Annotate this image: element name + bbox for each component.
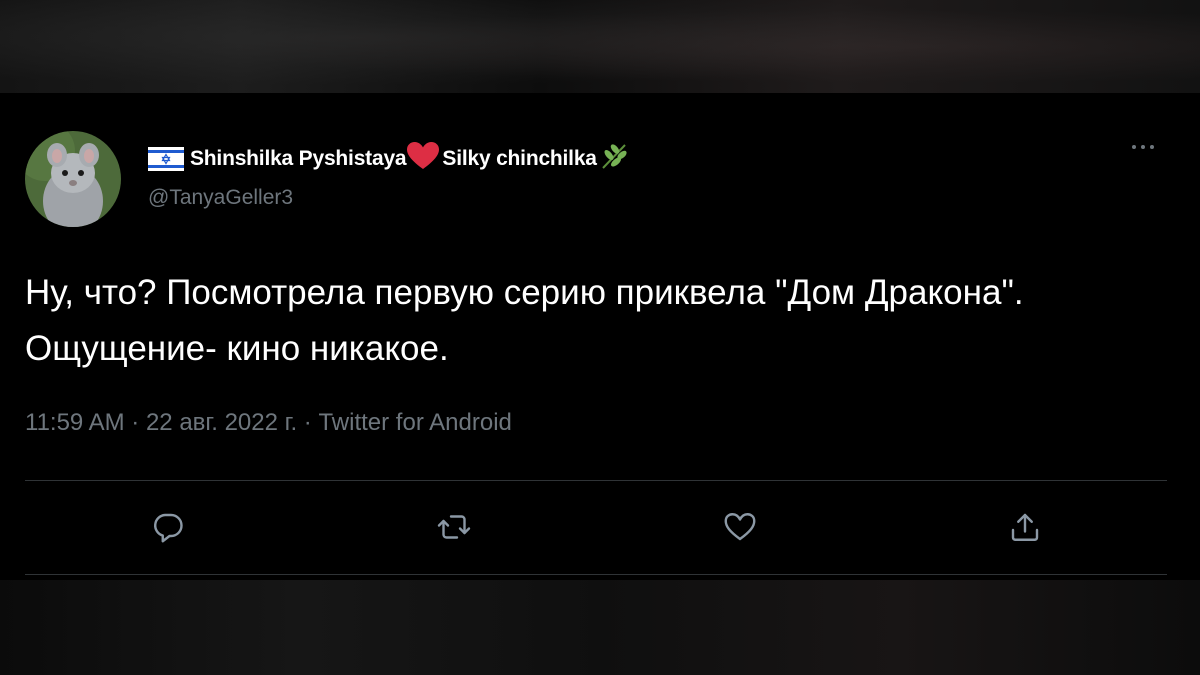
- more-icon[interactable]: [1132, 145, 1154, 149]
- blurred-background-top: [0, 0, 1200, 93]
- reply-icon[interactable]: [148, 507, 188, 547]
- tweet-meta: 11:59 AM · 22 авг. 2022 г. · Twitter for…: [25, 409, 512, 437]
- meta-separator: ·: [297, 409, 319, 436]
- action-bar: [0, 497, 1200, 557]
- meta-separator: ·: [124, 409, 146, 436]
- share-icon[interactable]: [1005, 507, 1045, 547]
- herb-emoji-icon: [599, 141, 629, 177]
- display-name-row[interactable]: Shinshilka Pyshistaya Silky chinchilka: [148, 141, 629, 177]
- red-heart-emoji-icon: [406, 141, 440, 177]
- divider-bottom: [25, 574, 1167, 575]
- avatar[interactable]: [25, 131, 121, 227]
- display-name: Shinshilka Pyshistaya: [190, 147, 407, 170]
- israel-flag-icon: [148, 147, 184, 171]
- more-dot: [1132, 145, 1136, 149]
- like-icon[interactable]: [720, 507, 760, 547]
- divider-top: [25, 480, 1167, 481]
- user-handle[interactable]: @TanyaGeller3: [148, 186, 293, 210]
- blurred-background-bottom: [0, 580, 1200, 675]
- more-dot: [1150, 145, 1154, 149]
- tweet-card: Shinshilka Pyshistaya Silky chinchilka @…: [0, 93, 1200, 580]
- tweet-text: Ну, что? Посмотрела первую серию приквел…: [25, 273, 1024, 368]
- tweet-time[interactable]: 11:59 AM: [25, 409, 125, 436]
- tweet-source[interactable]: Twitter for Android: [318, 409, 511, 436]
- more-dot: [1141, 145, 1145, 149]
- tweet-date[interactable]: 22 авг. 2022 г.: [146, 409, 297, 436]
- display-name-suffix: Silky chinchilka: [442, 147, 597, 170]
- retweet-icon[interactable]: [434, 507, 474, 547]
